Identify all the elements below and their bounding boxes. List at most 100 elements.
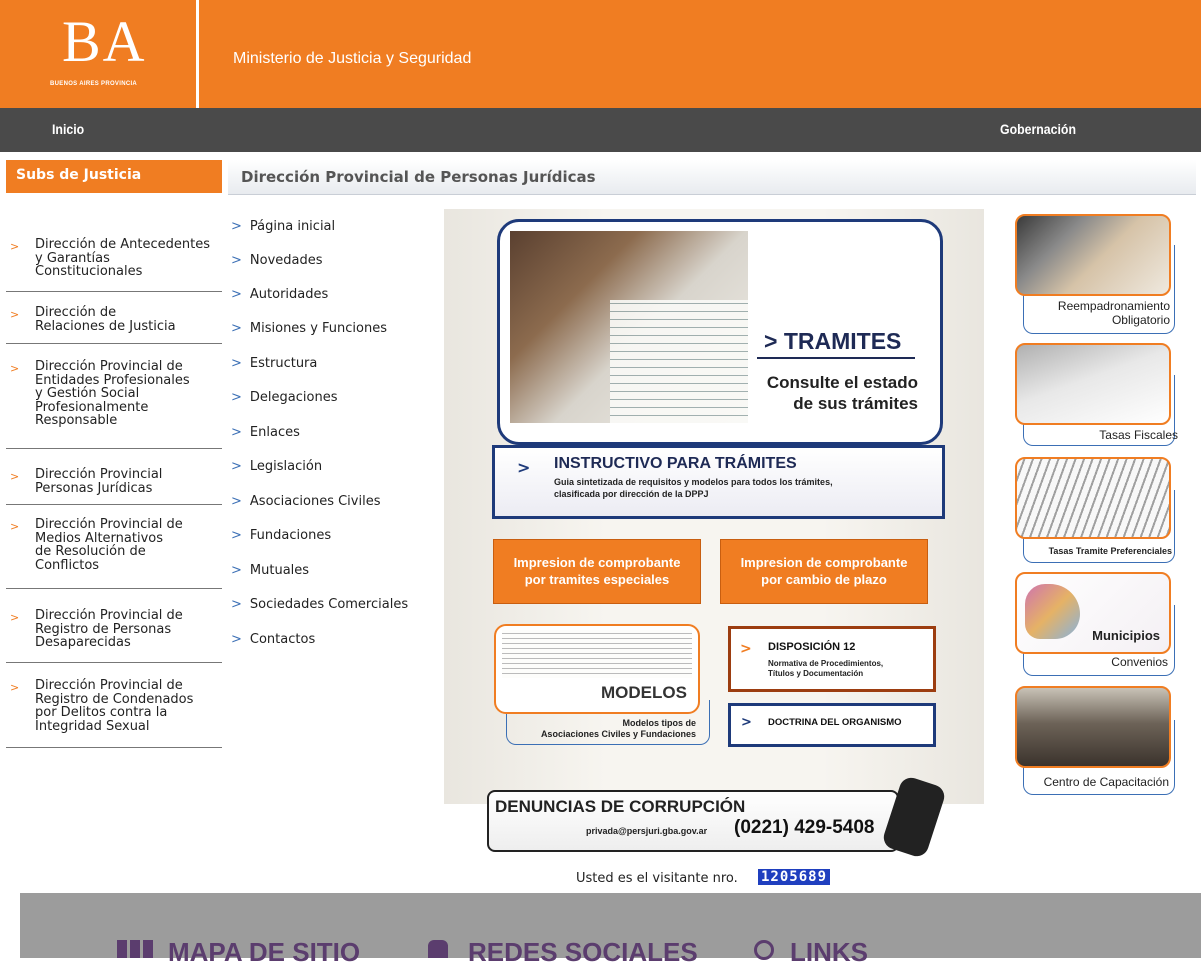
disposicion-subtitle: Normativa de Procedimientos, Títulos y D…	[768, 659, 884, 678]
modelos-subtitle: Modelos tipos de Asociaciones Civiles y …	[540, 718, 696, 739]
menu-item-label: Legislación	[249, 459, 323, 474]
nav-gobernacion-link[interactable]: Gobernación	[1000, 121, 1076, 137]
menu-item-label: Contactos	[249, 632, 316, 647]
card-label: Centro de Capacitación	[1043, 775, 1169, 789]
section-title-bar: Dirección Provincial de Personas Jurídic…	[228, 160, 1196, 195]
menu-item-label: Autoridades	[249, 287, 329, 302]
sidebar-item-label: Dirección Provincial de Registro de Pers…	[35, 608, 183, 650]
menu-item-label: Enlaces	[249, 425, 300, 440]
chevron-right-icon: >	[231, 321, 242, 336]
modelos-title: MODELOS	[601, 683, 687, 702]
instructivo-subtitle: Guia sintetizada de requisitos y modelos…	[554, 477, 833, 499]
denuncias-title: DENUNCIAS DE CORRUPCIÓN	[495, 797, 746, 816]
sidebar-item-antecedentes[interactable]: > Dirección de Antecedentes y Garantías …	[6, 238, 222, 292]
disposicion-title: DISPOSICIÓN 12	[768, 641, 856, 653]
sidebar-title-text: Subs de Justicia	[16, 167, 142, 183]
menu-item-legislacion[interactable]: > Legislación	[231, 459, 322, 474]
chevron-right-icon: >	[231, 287, 242, 302]
calculator-photo	[1015, 343, 1171, 425]
footer-mapa-link[interactable]: MAPA DE SITIO	[168, 937, 360, 968]
grid-icon	[117, 940, 155, 958]
menu-item-delegaciones[interactable]: > Delegaciones	[231, 390, 337, 405]
sidebar-item-desaparecidas[interactable]: > Dirección Provincial de Registro de Pe…	[6, 609, 222, 663]
logo-text: BA	[62, 9, 147, 74]
chevron-right-icon: >	[10, 240, 20, 253]
chevron-right-icon: >	[231, 597, 242, 612]
tramites-subtitle: Consulte el estado de sus trámites	[766, 373, 918, 413]
chevron-right-icon: >	[231, 356, 242, 371]
chevron-right-icon: >	[231, 459, 242, 474]
menu-item-label: Fundaciones	[249, 528, 332, 543]
social-icon	[428, 940, 448, 958]
menu-item-novedades[interactable]: > Novedades	[231, 253, 323, 268]
notebook-photo	[1015, 457, 1171, 539]
sidebar-title: Subs de Justicia	[6, 160, 222, 193]
card-label: Tasas Fiscales	[1099, 428, 1178, 442]
nav-inicio-link[interactable]: Inicio	[52, 121, 84, 137]
auditorium-photo	[1015, 686, 1171, 768]
footer-links-link[interactable]: LINKS	[790, 937, 868, 968]
instructivo-title: INSTRUCTIVO PARA TRÁMITES	[554, 455, 797, 472]
sidebar-item-personas-juridicas[interactable]: > Dirección Provincial Personas Jurídica…	[6, 468, 222, 505]
chevron-right-icon: >	[10, 681, 20, 694]
sidebar-item-relaciones[interactable]: > Dirección de Relaciones de Justicia	[6, 306, 222, 344]
menu-item-label: Misiones y Funciones	[249, 321, 388, 336]
menu-item-label: Asociaciones Civiles	[249, 494, 381, 509]
menu-item-estructura[interactable]: > Estructura	[231, 356, 317, 371]
comprobante-especiales-button[interactable]: Impresion de comprobante por tramites es…	[493, 539, 701, 604]
menu-item-mutuales[interactable]: > Mutuales	[231, 563, 309, 578]
divider	[757, 357, 915, 359]
menu-item-label: Novedades	[249, 253, 323, 268]
chevron-right-icon: >	[231, 563, 242, 578]
chevron-right-icon: >	[231, 494, 242, 509]
municipios-label: Municipios	[1092, 628, 1160, 643]
chevron-right-icon: >	[10, 520, 20, 533]
menu-item-contactos[interactable]: > Contactos	[231, 632, 315, 647]
sidebar-item-label: Dirección Provincial de Registro de Cond…	[35, 678, 194, 734]
footer-redes-link[interactable]: REDES SOCIALES	[468, 937, 698, 968]
chevron-right-icon: >	[231, 390, 242, 405]
sidebar-item-condenados[interactable]: > Dirección Provincial de Registro de Co…	[6, 679, 222, 748]
menu-item-fundaciones[interactable]: > Fundaciones	[231, 528, 331, 543]
chevron-right-icon: >	[231, 253, 242, 268]
menu-item-sociedades[interactable]: > Sociedades Comerciales	[231, 597, 408, 612]
chevron-right-icon: >	[740, 641, 752, 657]
chevron-right-icon: >	[10, 362, 20, 375]
doctrina-title: DOCTRINA DEL ORGANISMO	[768, 717, 902, 728]
menu-item-label: Sociedades Comerciales	[249, 597, 409, 612]
card-label: Convenios	[1111, 655, 1168, 669]
tramites-title: > TRAMITES	[764, 328, 902, 354]
card-label: Reempadronamiento Obligatorio	[1057, 299, 1170, 327]
chevron-right-icon: >	[10, 611, 20, 624]
chevron-right-icon: >	[741, 715, 752, 730]
menu-item-label: Estructura	[249, 356, 318, 371]
menu-item-pagina-inicial[interactable]: > Página inicial	[231, 219, 335, 234]
sidebar-item-medios[interactable]: > Dirección Provincial de Medios Alterna…	[6, 518, 222, 589]
globe-icon	[754, 940, 774, 960]
chevron-right-icon: >	[231, 219, 242, 234]
chevron-right-icon: >	[231, 528, 242, 543]
comprobante-plazo-button[interactable]: Impresion de comprobante por cambio de p…	[720, 539, 928, 604]
page-title: Dirección Provincial de Personas Jurídic…	[241, 168, 596, 186]
sidebar-item-label: Dirección Provincial de Medios Alternati…	[35, 517, 183, 573]
card-label: Tasas Tramite Preferenciales	[1048, 546, 1172, 556]
button-label: Impresion de comprobante por cambio de p…	[740, 555, 908, 587]
document-image	[502, 630, 692, 678]
sidebar-item-label: Dirección Provincial de Entidades Profes…	[35, 359, 190, 428]
menu-item-label: Página inicial	[249, 219, 336, 234]
logo-subtitle: BUENOS AIRES PROVINCIA	[50, 81, 138, 87]
chevron-right-icon: >	[10, 470, 20, 483]
document-image	[610, 300, 748, 423]
menu-item-autoridades[interactable]: > Autoridades	[231, 287, 328, 302]
menu-item-misiones[interactable]: > Misiones y Funciones	[231, 321, 387, 336]
chevron-right-icon: >	[10, 308, 20, 321]
menu-item-asociaciones[interactable]: > Asociaciones Civiles	[231, 494, 380, 509]
sidebar-item-label: Dirección de Relaciones de Justicia	[35, 305, 176, 334]
visitor-label: Usted es el visitante nro.	[576, 871, 738, 886]
menu-item-enlaces[interactable]: > Enlaces	[231, 425, 300, 440]
menu-item-label: Mutuales	[249, 563, 310, 578]
sidebar-item-entidades[interactable]: > Dirección Provincial de Entidades Prof…	[6, 360, 222, 449]
sidebar-item-label: Dirección Provincial Personas Jurídicas	[35, 467, 163, 496]
denuncias-phone: (0221) 429-5408	[734, 817, 875, 838]
chevron-right-icon: >	[517, 458, 531, 477]
